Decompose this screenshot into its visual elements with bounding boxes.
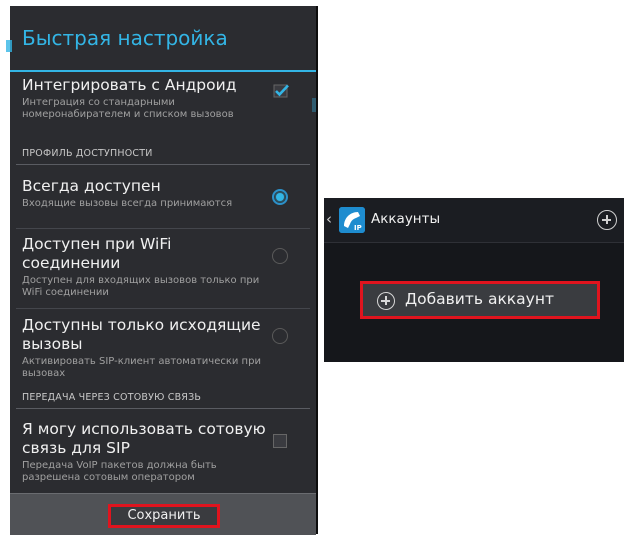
app-icon-label: IP [354, 224, 362, 232]
pref-summary: Активировать SIP-клиент автоматически пр… [22, 356, 261, 379]
divider [16, 228, 310, 229]
pref-summary: Входящие вызовы всегда принимаются [22, 198, 233, 209]
section-divider [16, 408, 310, 409]
radio-icon[interactable] [272, 328, 288, 344]
pref-outgoing-only[interactable]: Доступны только исходящие вызовы Активир… [10, 316, 316, 380]
pref-summary: Интеграция со стандарными номеронабирате… [22, 97, 234, 120]
accounts-list: Добавить аккаунт [324, 243, 624, 362]
phone-handset-icon: IP [339, 207, 365, 233]
check-icon [273, 84, 289, 98]
pref-summary: Передача VoIP пакетов должна быть разреш… [22, 460, 217, 483]
radio-icon[interactable] [272, 248, 288, 264]
pref-always-available[interactable]: Всегда доступен Входящие вызовы всегда п… [10, 177, 316, 210]
quick-settings-dialog: Быстрая настройка Интегрировать с Андрои… [6, 6, 318, 535]
title-divider [10, 70, 316, 72]
quick-settings-screen: Быстрая настройка Интегрировать с Андрои… [6, 6, 318, 535]
pref-title: Интегрировать с Андроид [22, 76, 237, 94]
section-availability: ПРОФИЛЬ ДОСТУПНОСТИ [22, 148, 153, 159]
pref-title: Доступны только исходящие вызовы [22, 316, 261, 353]
add-circle-icon[interactable] [597, 210, 617, 230]
add-account-button[interactable]: Добавить аккаунт [360, 281, 600, 319]
pref-use-cellular[interactable]: Я могу использовать сотовую связь для SI… [10, 420, 316, 484]
add-circle-icon [377, 292, 395, 310]
pref-title: Всегда доступен [22, 177, 161, 195]
integrate-checkbox[interactable] [273, 84, 289, 98]
button-bar: Сохранить [10, 493, 316, 535]
section-cellular: ПЕРЕДАЧА ЧЕРЕЗ СОТОВУЮ СВЯЗЬ [22, 392, 202, 403]
dialog-title: Быстрая настройка [22, 26, 228, 50]
pref-title: Доступен при WiFi соединении [22, 235, 172, 272]
pref-summary: Доступен для входящих вызовов только при… [22, 275, 260, 298]
back-chevron-icon[interactable]: ‹ [326, 210, 332, 228]
pref-integrate-android[interactable]: Интегрировать с Андроид Интеграция со ст… [10, 76, 316, 121]
app-icon[interactable]: IP [339, 207, 365, 233]
divider [16, 308, 310, 309]
section-divider [16, 164, 310, 165]
save-button[interactable]: Сохранить [108, 504, 220, 528]
add-account-label: Добавить аккаунт [405, 290, 555, 308]
pref-wifi-available[interactable]: Доступен при WiFi соединении Доступен дл… [10, 235, 316, 299]
pref-title: Я могу использовать сотовую связь для SI… [22, 420, 266, 457]
action-bar: ‹ IP Аккаунты [324, 198, 624, 243]
radio-icon[interactable] [272, 189, 288, 205]
accounts-screen: ‹ IP Аккаунты Добавить аккаунт [324, 198, 624, 362]
screen-title: Аккаунты [371, 211, 441, 227]
edge-indicator [312, 98, 316, 112]
cellular-checkbox[interactable] [273, 434, 287, 448]
